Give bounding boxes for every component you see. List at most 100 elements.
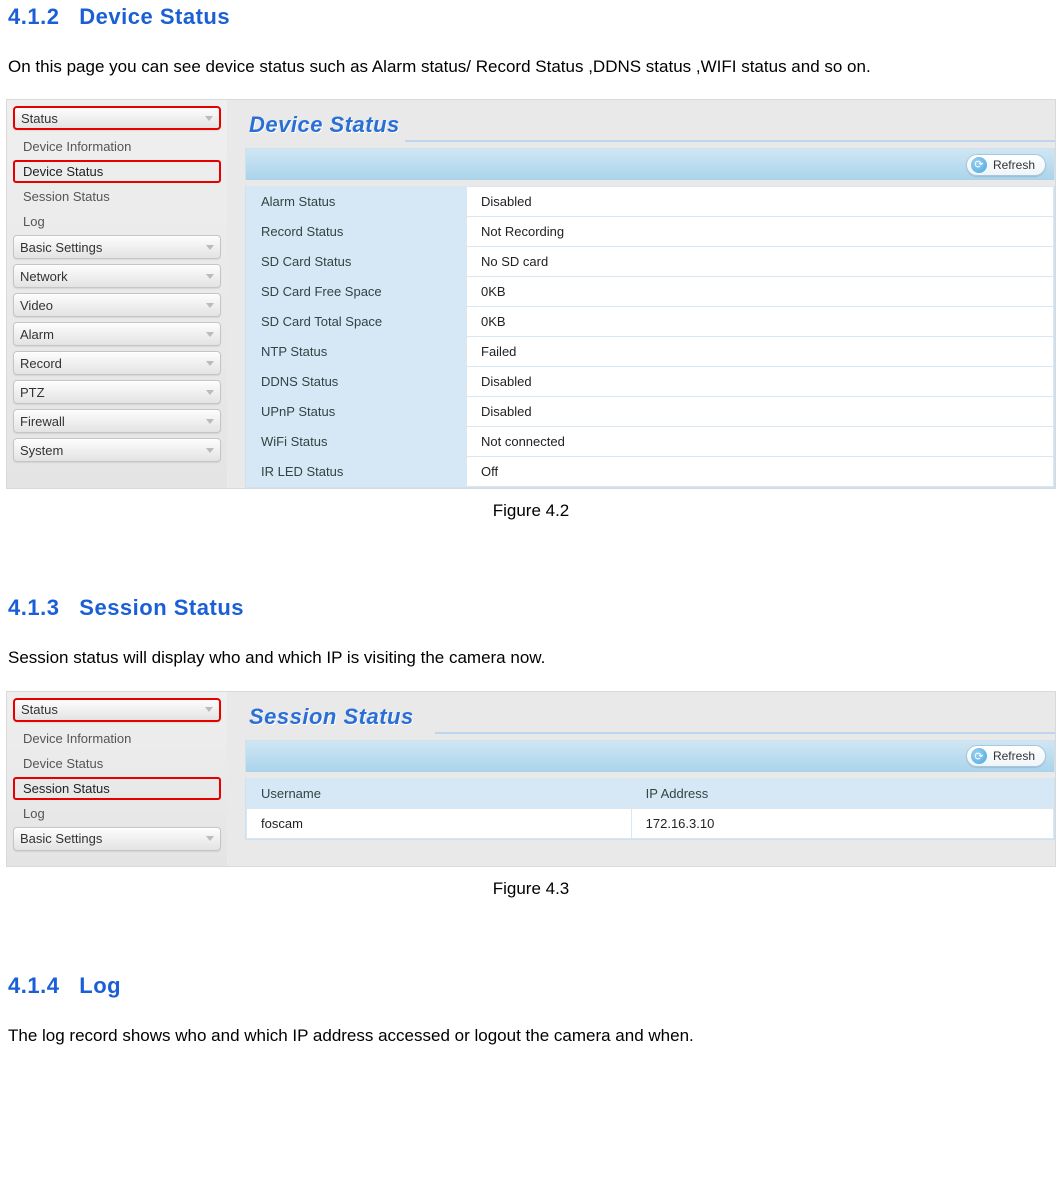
sidebar-sub-log[interactable]: Log: [13, 802, 221, 825]
refresh-button[interactable]: ⟳ Refresh: [966, 745, 1046, 767]
status-label-ir-led-status: IR LED Status: [247, 457, 467, 487]
status-label-sd-card-total-space: SD Card Total Space: [247, 307, 467, 337]
table-row: foscam172.16.3.10: [247, 808, 1054, 838]
session-table: Username IP Address foscam172.16.3.10: [246, 778, 1054, 839]
status-value-ir-led-status: Off: [467, 457, 1054, 487]
section-title-414: 4.1.4 Log: [6, 973, 1056, 999]
section-name: Session Status: [79, 595, 244, 620]
status-table: Alarm StatusDisabledRecord StatusNot Rec…: [246, 186, 1054, 487]
table-row: SD Card StatusNo SD card: [247, 247, 1054, 277]
nav-item-label: Alarm: [20, 327, 54, 342]
nav-item-ptz[interactable]: PTZ: [13, 380, 221, 404]
figure-43: Status Device InformationDevice StatusSe…: [6, 691, 1056, 867]
sidebar-sub-session-status[interactable]: Session Status: [13, 185, 221, 208]
section-412-paragraph: On this page you can see device status s…: [6, 48, 1056, 85]
figure-42-caption: Figure 4.2: [6, 501, 1056, 521]
section-number: 4.1.3: [8, 595, 59, 620]
sidebar-sub-device-status[interactable]: Device Status: [13, 160, 221, 183]
chevron-down-icon: [206, 332, 214, 337]
nav-item-label: System: [20, 443, 63, 458]
chevron-down-icon: [206, 274, 214, 279]
nav-item-record[interactable]: Record: [13, 351, 221, 375]
table-row: Alarm StatusDisabled: [247, 187, 1054, 217]
sidebar-sub-device-status[interactable]: Device Status: [13, 752, 221, 775]
nav-item-label: PTZ: [20, 385, 45, 400]
nav-item-alarm[interactable]: Alarm: [13, 322, 221, 346]
panel-header-row: ⟳ Refresh: [245, 740, 1055, 772]
section-title-413: 4.1.3 Session Status: [6, 595, 1056, 621]
nav-item-network[interactable]: Network: [13, 264, 221, 288]
col-ip: IP Address: [631, 778, 1053, 808]
chevron-down-icon: [206, 390, 214, 395]
refresh-icon: ⟳: [971, 748, 987, 764]
table-row: NTP StatusFailed: [247, 337, 1054, 367]
chevron-down-icon: [205, 707, 213, 712]
nav-item-status[interactable]: Status: [13, 698, 221, 722]
status-label-alarm-status: Alarm Status: [247, 187, 467, 217]
status-value-ddns-status: Disabled: [467, 367, 1054, 397]
refresh-icon: ⟳: [971, 157, 987, 173]
table-row: SD Card Free Space0KB: [247, 277, 1054, 307]
content-panel: Session Status ⟳ Refresh Username IP Add…: [227, 692, 1055, 866]
status-value-wifi-status: Not connected: [467, 427, 1054, 457]
status-value-sd-card-status: No SD card: [467, 247, 1054, 277]
content-panel: Device Status ⟳ Refresh Alarm StatusDisa…: [227, 100, 1055, 488]
chevron-down-icon: [206, 419, 214, 424]
panel-title: Session Status: [245, 696, 1055, 734]
status-value-alarm-status: Disabled: [467, 187, 1054, 217]
nav-item-label: Network: [20, 269, 68, 284]
sidebar: Status Device InformationDevice StatusSe…: [7, 692, 227, 866]
panel-header-row: ⟳ Refresh: [245, 148, 1055, 180]
chevron-down-icon: [206, 448, 214, 453]
status-label-ntp-status: NTP Status: [247, 337, 467, 367]
nav-item-label: Record: [20, 356, 62, 371]
sidebar-sub-session-status[interactable]: Session Status: [13, 777, 221, 800]
cell-username: foscam: [247, 808, 632, 838]
nav-item-label: Basic Settings: [20, 831, 102, 846]
cell-ip: 172.16.3.10: [631, 808, 1053, 838]
section-414-paragraph: The log record shows who and which IP ad…: [6, 1017, 1056, 1054]
panel-title: Device Status: [245, 104, 1055, 142]
status-label-sd-card-free-space: SD Card Free Space: [247, 277, 467, 307]
panel-title-underline: [435, 732, 1055, 734]
status-label-wifi-status: WiFi Status: [247, 427, 467, 457]
nav-item-label: Basic Settings: [20, 240, 102, 255]
table-row: DDNS StatusDisabled: [247, 367, 1054, 397]
col-username: Username: [247, 778, 632, 808]
status-value-upnp-status: Disabled: [467, 397, 1054, 427]
table-row: Record StatusNot Recording: [247, 217, 1054, 247]
nav-item-basic-settings[interactable]: Basic Settings: [13, 235, 221, 259]
nav-item-label: Firewall: [20, 414, 65, 429]
nav-item-basic-settings[interactable]: Basic Settings: [13, 827, 221, 851]
sidebar-sub-device-information[interactable]: Device Information: [13, 727, 221, 750]
status-label-upnp-status: UPnP Status: [247, 397, 467, 427]
refresh-label: Refresh: [993, 158, 1035, 172]
nav-item-status[interactable]: Status: [13, 106, 221, 130]
table-row: SD Card Total Space0KB: [247, 307, 1054, 337]
nav-item-label: Video: [20, 298, 53, 313]
chevron-down-icon: [206, 303, 214, 308]
chevron-down-icon: [205, 116, 213, 121]
nav-item-video[interactable]: Video: [13, 293, 221, 317]
section-title-412: 4.1.2 Device Status: [6, 4, 1056, 30]
figure-43-caption: Figure 4.3: [6, 879, 1056, 899]
sidebar: Status Device InformationDevice StatusSe…: [7, 100, 227, 488]
refresh-button[interactable]: ⟳ Refresh: [966, 154, 1046, 176]
status-value-sd-card-total-space: 0KB: [467, 307, 1054, 337]
status-label-sd-card-status: SD Card Status: [247, 247, 467, 277]
table-header-row: Username IP Address: [247, 778, 1054, 808]
figure-42: Status Device InformationDevice StatusSe…: [6, 99, 1056, 489]
nav-item-system[interactable]: System: [13, 438, 221, 462]
sidebar-sub-log[interactable]: Log: [13, 210, 221, 233]
panel-body: Username IP Address foscam172.16.3.10: [245, 778, 1055, 840]
table-row: UPnP StatusDisabled: [247, 397, 1054, 427]
status-label-ddns-status: DDNS Status: [247, 367, 467, 397]
nav-item-firewall[interactable]: Firewall: [13, 409, 221, 433]
table-row: IR LED StatusOff: [247, 457, 1054, 487]
status-value-sd-card-free-space: 0KB: [467, 277, 1054, 307]
section-number: 4.1.4: [8, 973, 59, 998]
chevron-down-icon: [206, 245, 214, 250]
panel-title-underline: [405, 140, 1055, 142]
sidebar-sub-device-information[interactable]: Device Information: [13, 135, 221, 158]
section-name: Log: [79, 973, 121, 998]
